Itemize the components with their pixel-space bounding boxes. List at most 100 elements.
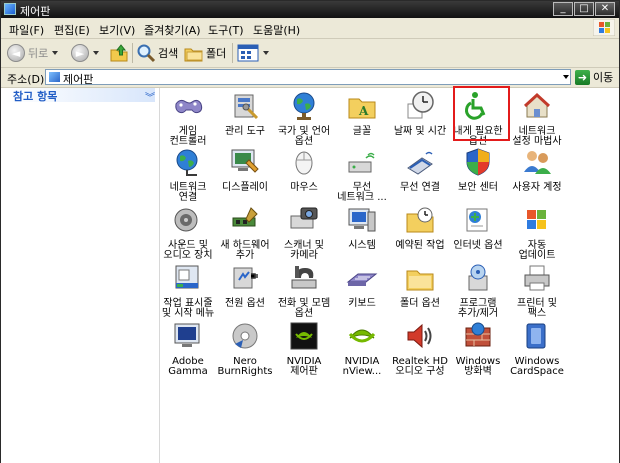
go-button[interactable]: ➜ 이동: [575, 69, 613, 85]
item-printers-faxes[interactable]: 프린터 및 팩스: [508, 262, 566, 319]
item-mouse[interactable]: 마우스: [275, 146, 333, 193]
windows-update-icon: [527, 210, 546, 229]
mouse-icon: [295, 151, 313, 175]
item-scanners-cameras[interactable]: 스캐너 및 카메라: [275, 204, 333, 261]
item-taskbar-start-menu[interactable]: 작업 표시줄 및 시작 메뉴: [159, 262, 217, 319]
item-system[interactable]: 시스템: [333, 204, 391, 251]
item-label: NVIDIA nView...: [342, 356, 382, 377]
item-label: 키보드: [348, 298, 376, 309]
item-sounds-audio[interactable]: 사운드 및 오디오 장치: [159, 204, 217, 261]
globe-icon: [293, 92, 315, 120]
back-label: 뒤로: [28, 47, 49, 60]
item-automatic-updates[interactable]: 자동 업데이트: [508, 204, 566, 261]
taskbar-icon: [175, 265, 199, 289]
back-arrow-icon: ◄: [7, 44, 25, 62]
search-icon: [137, 44, 156, 63]
network-globe-icon: [176, 149, 198, 176]
nero-icon: [232, 323, 258, 349]
item-label: 네트워크 설정 마법사: [512, 126, 562, 147]
item-label: 게임 컨트롤러: [169, 126, 207, 147]
address-dropdown-icon[interactable]: [561, 69, 571, 85]
item-wireless-link[interactable]: 무선 연결: [391, 146, 449, 193]
search-button[interactable]: 검색: [136, 42, 178, 64]
item-keyboard[interactable]: 키보드: [333, 262, 391, 309]
item-display[interactable]: 디스플레이: [216, 146, 274, 193]
views-icon: [237, 44, 259, 62]
item-label: 디스플레이: [222, 182, 268, 193]
item-add-remove-programs[interactable]: 프로그램 추가/제거: [449, 262, 507, 319]
menu-file[interactable]: 파일(F): [9, 22, 44, 38]
item-label: Adobe Gamma: [168, 356, 208, 377]
item-wireless-network[interactable]: 무선 네트워크 ...: [333, 146, 391, 203]
item-label: Windows CardSpace: [510, 356, 564, 377]
back-button[interactable]: ◄ 뒤로: [7, 42, 59, 64]
item-add-hardware[interactable]: 새 하드웨어 추가: [216, 204, 274, 261]
svg-text:A: A: [358, 104, 369, 118]
item-adobe-gamma[interactable]: Adobe Gamma: [159, 320, 217, 377]
item-phone-modem[interactable]: 전화 및 모뎀 옵션: [275, 262, 333, 319]
control-panel-window: 제어판 _ □ ✕ 파일(F) 편집(E) 보기(V) 즐겨찾기(A) 도구(T…: [0, 0, 620, 463]
close-button[interactable]: ✕: [595, 2, 615, 16]
menu-favorites[interactable]: 즐겨찾기(A): [144, 22, 201, 38]
minimize-button[interactable]: _: [553, 2, 573, 16]
item-power-options[interactable]: 전원 옵션: [216, 262, 274, 309]
control-panel-icon: [49, 72, 60, 82]
item-windows-cardspace[interactable]: Windows CardSpace: [508, 320, 566, 377]
folders-button[interactable]: 폴더: [184, 42, 226, 64]
forward-button[interactable]: ►: [71, 42, 99, 64]
toolbar-separator: [232, 43, 233, 63]
item-network-setup-wizard[interactable]: 네트워크 설정 마법사: [508, 90, 566, 147]
item-label: 보안 센터: [458, 182, 498, 193]
item-fonts[interactable]: A 글꼴: [333, 90, 391, 137]
item-label: 인터넷 옵션: [453, 240, 503, 251]
admin-tools-icon: [234, 94, 259, 120]
item-label: 사운드 및 오디오 장치: [163, 240, 213, 261]
left-task-pane: 참고 항목 ︾: [1, 88, 160, 463]
go-label: 이동: [593, 71, 614, 84]
item-game-controllers[interactable]: 게임 컨트롤러: [159, 90, 217, 147]
menu-tools[interactable]: 도구(T): [208, 22, 244, 38]
folder-options-icon: [406, 270, 434, 291]
item-scheduled-tasks[interactable]: 예약된 작업: [391, 204, 449, 251]
menu-edit[interactable]: 편집(E): [54, 22, 90, 38]
clock-icon: [407, 91, 434, 119]
address-input[interactable]: 제어판: [45, 69, 571, 86]
item-security-center[interactable]: 보안 센터: [449, 146, 507, 193]
up-folder-button[interactable]: [109, 42, 129, 64]
item-label: 마우스: [290, 182, 318, 193]
network-wizard-icon: [523, 92, 551, 118]
maximize-button[interactable]: □: [574, 2, 594, 16]
item-nero-burnrights[interactable]: Nero BurnRights: [216, 320, 274, 377]
speaker-icon: [174, 208, 198, 232]
firewall-icon: [465, 322, 491, 347]
user-accounts-icon: [524, 151, 551, 174]
item-regional-options[interactable]: 국가 및 언어 옵션: [275, 90, 333, 147]
item-internet-options[interactable]: 인터넷 옵션: [449, 204, 507, 251]
item-network-connections[interactable]: 네트워크 연결: [159, 146, 217, 203]
item-nvidia-nview[interactable]: NVIDIA nView...: [333, 320, 391, 377]
collapse-chevron-icon[interactable]: ︾: [145, 89, 155, 104]
item-folder-options[interactable]: 폴더 옵션: [391, 262, 449, 309]
menu-view[interactable]: 보기(V): [99, 22, 135, 38]
item-label: 날짜 및 시간: [393, 126, 447, 137]
item-windows-firewall[interactable]: Windows 방화벽: [449, 320, 507, 377]
see-also-header[interactable]: 참고 항목 ︾: [5, 88, 155, 104]
toolbar-separator: [132, 43, 133, 63]
views-button[interactable]: [237, 42, 269, 64]
nvidia-nview-icon: [348, 329, 376, 343]
item-user-accounts[interactable]: 사용자 계정: [508, 146, 566, 193]
menu-help[interactable]: 도움말(H): [253, 22, 300, 38]
item-date-time[interactable]: 날짜 및 시간: [391, 90, 449, 137]
item-label: 무선 네트워크 ...: [337, 182, 387, 203]
address-label: 주소(D): [7, 73, 45, 86]
title-bar[interactable]: 제어판 _ □ ✕: [1, 1, 619, 18]
item-admin-tools[interactable]: 관리 도구: [216, 90, 274, 137]
internet-options-icon: [466, 208, 488, 232]
item-label: Nero BurnRights: [217, 356, 273, 377]
keyboard-icon: [346, 273, 378, 286]
windows-logo-icon: [593, 19, 615, 36]
wireless-link-icon: [407, 151, 433, 175]
item-realtek-hd-audio[interactable]: Realtek HD 오디오 구성: [391, 320, 449, 377]
item-nvidia-control-panel[interactable]: NVIDIA 제어판: [275, 320, 333, 377]
item-label: 새 하드웨어 추가: [220, 240, 270, 261]
